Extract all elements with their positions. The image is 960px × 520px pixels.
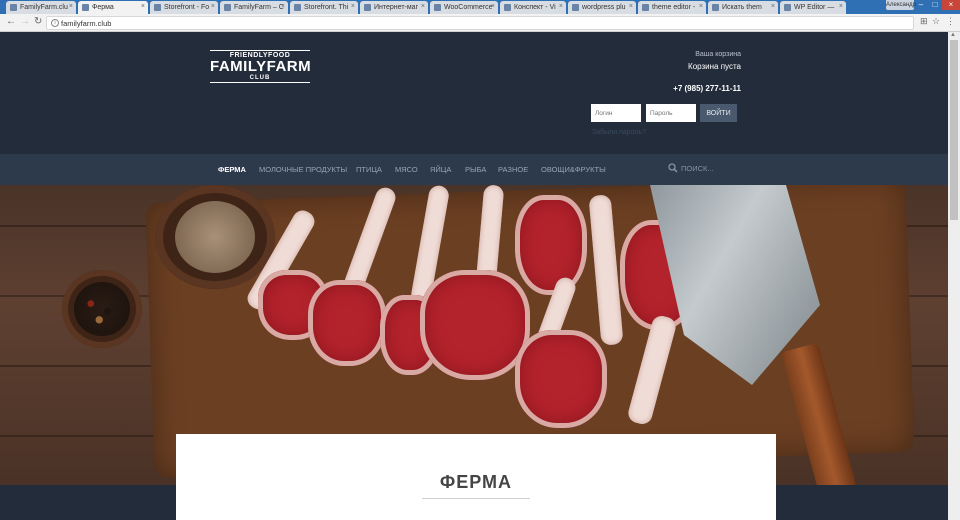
close-icon[interactable]: ×: [839, 3, 843, 10]
nav-item-dairy[interactable]: МОЛОЧНЫЕ ПРОДУКТЫ: [259, 165, 347, 174]
search-icon[interactable]: [668, 163, 678, 173]
favicon-icon: [642, 4, 649, 11]
login-field[interactable]: [591, 104, 641, 122]
lamb-chop: [515, 195, 587, 295]
lamb-chop: [420, 270, 530, 380]
close-icon[interactable]: ×: [771, 3, 775, 10]
tab-konspekt[interactable]: Конспект - Vi ×: [500, 1, 566, 14]
favicon-icon: [364, 4, 371, 11]
close-icon[interactable]: ×: [491, 3, 495, 10]
minimize-icon[interactable]: –: [914, 0, 928, 10]
logo-suffix: CLUB: [210, 75, 310, 83]
login-button[interactable]: ВОЙТИ: [700, 104, 737, 122]
scroll-up-icon[interactable]: ▲: [950, 32, 956, 38]
nav-item-fish[interactable]: РЫБА: [465, 165, 486, 174]
password-field[interactable]: [646, 104, 696, 122]
close-icon[interactable]: ×: [421, 3, 425, 10]
page-scrollbar[interactable]: ▲: [948, 32, 960, 520]
logo-name: FAMILYFARM: [210, 58, 312, 75]
close-icon[interactable]: ×: [559, 3, 563, 10]
address-bar[interactable]: i familyfarm.club: [46, 16, 914, 30]
tab-familyfarm-club[interactable]: FamilyFarm.clu ×: [6, 1, 76, 14]
tab-familyfarm-c[interactable]: FamilyFarm – C ×: [220, 1, 288, 14]
browser-tab-strip: FamilyFarm.clu × Ферма × Storefront - Fo…: [0, 0, 960, 14]
tab-storefront[interactable]: Storefront - Fo ×: [150, 1, 218, 14]
close-icon[interactable]: ×: [699, 3, 703, 10]
window-close-icon[interactable]: ×: [942, 0, 960, 10]
browser-toolbar: ← → ↻ i familyfarm.club ⊞ ☆ ⋮: [0, 14, 960, 32]
tab-woocommerce[interactable]: WooCommerce ×: [430, 1, 498, 14]
tab-iskat-them[interactable]: Искать them ×: [708, 1, 778, 14]
lamb-chop: [308, 280, 386, 366]
cumin-seeds: [175, 201, 255, 273]
lamb-chop: [515, 330, 607, 428]
tab-wordpress-plu[interactable]: wordpress plu ×: [568, 1, 636, 14]
profile-button[interactable]: Александр: [886, 0, 916, 10]
close-icon[interactable]: ×: [629, 3, 633, 10]
reload-icon[interactable]: ↻: [34, 16, 42, 27]
tab-ferma[interactable]: Ферма ×: [78, 1, 148, 14]
content-card: ФЕРМА: [176, 434, 776, 520]
tab-internet-mag[interactable]: Интернет-маг ×: [360, 1, 428, 14]
back-icon[interactable]: ←: [6, 16, 16, 27]
main-nav: ФЕРМА МОЛОЧНЫЕ ПРОДУКТЫ ПТИЦА МЯСО ЯЙЦА …: [0, 154, 948, 185]
close-icon[interactable]: ×: [281, 3, 285, 10]
cart-title: Ваша корзина: [695, 51, 741, 58]
close-icon[interactable]: ×: [351, 3, 355, 10]
nav-item-eggs[interactable]: ЯЙЦА: [430, 165, 451, 174]
favicon-icon: [712, 4, 719, 11]
favicon-icon: [504, 4, 511, 11]
nav-item-misc[interactable]: РАЗНОЕ: [498, 165, 528, 174]
peppercorns: [74, 282, 130, 336]
close-icon[interactable]: ×: [69, 3, 73, 10]
title-divider: [422, 498, 530, 499]
search-input[interactable]: ПОИСК...: [681, 164, 714, 173]
tab-wp-editor[interactable]: WP Editor — ×: [780, 1, 846, 14]
scroll-thumb[interactable]: [950, 40, 958, 220]
menu-icon[interactable]: ⋮: [946, 16, 955, 27]
bookmark-star-icon[interactable]: ☆: [932, 16, 940, 27]
pepper-bowl: [62, 270, 142, 348]
window-controls: – □ ×: [914, 0, 960, 10]
url-text: familyfarm.club: [61, 19, 112, 28]
favicon-icon: [224, 4, 231, 11]
favicon-icon: [10, 4, 17, 11]
nav-item-ferma[interactable]: ФЕРМА: [218, 165, 246, 174]
close-icon[interactable]: ×: [211, 3, 215, 10]
spice-bowl: [155, 185, 275, 289]
nav-item-vegetables-fruits[interactable]: ОВОЩИ&ФРУКТЫ: [541, 165, 606, 174]
phone-number[interactable]: +7 (985) 277-11-11: [673, 84, 741, 93]
favicon-icon: [154, 4, 161, 11]
favicon-icon: [434, 4, 441, 11]
forgot-password-link[interactable]: Забыли пароль?: [592, 129, 646, 136]
cart-status[interactable]: Корзина пуста: [688, 62, 741, 71]
nav-item-poultry[interactable]: ПТИЦА: [356, 165, 382, 174]
site-info-icon[interactable]: i: [51, 19, 59, 27]
favicon-icon: [82, 4, 89, 11]
nav-item-meat[interactable]: МЯСО: [395, 165, 418, 174]
forward-icon[interactable]: →: [20, 16, 30, 27]
favicon-icon: [294, 4, 301, 11]
page-title: ФЕРМА: [439, 472, 513, 492]
favicon-icon: [572, 4, 579, 11]
favicon-icon: [784, 4, 791, 11]
maximize-icon[interactable]: □: [928, 0, 942, 10]
site-header: FRIENDLYFOOD FAMILYFARM CLUB Ваша корзин…: [0, 32, 948, 154]
tab-theme-editor[interactable]: theme editor - ×: [638, 1, 706, 14]
tab-storefront-thi[interactable]: Storefront. Thi ×: [290, 1, 358, 14]
close-icon[interactable]: ×: [141, 3, 145, 10]
site-logo[interactable]: FRIENDLYFOOD FAMILYFARM CLUB: [210, 50, 312, 83]
translate-icon[interactable]: ⊞: [920, 16, 928, 27]
